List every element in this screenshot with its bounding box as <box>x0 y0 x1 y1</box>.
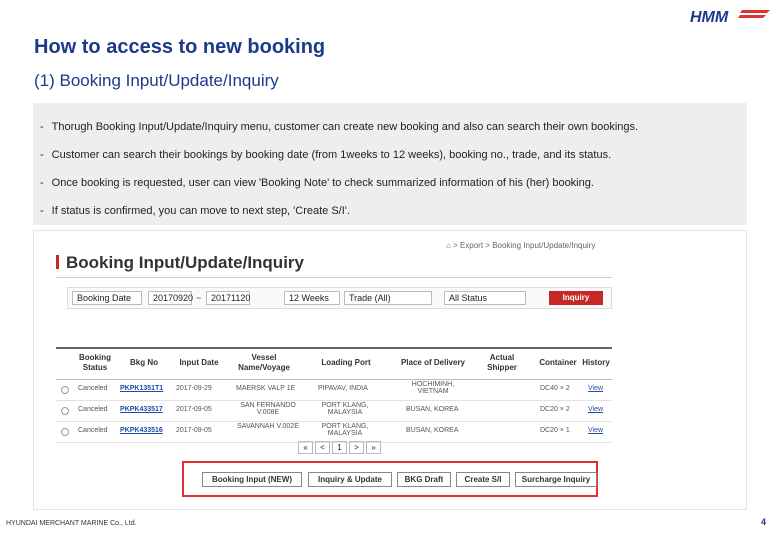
bullet-item: - Thorugh Booking Input/Update/Inquiry me… <box>40 121 639 133</box>
next-page-button[interactable]: > <box>349 441 364 454</box>
inquiry-update-button[interactable]: Inquiry & Update <box>308 472 392 487</box>
cell-bkg-no[interactable]: PKPK433516 <box>120 427 163 434</box>
col-booking-status: Booking Status <box>79 353 111 372</box>
col-vessel: Vessel Name/Voyage <box>238 353 290 372</box>
booking-ui-screenshot: ⌂ > Export > Booking Input/Update/Inquir… <box>33 230 747 510</box>
col-input-date: Input Date <box>179 358 219 367</box>
cell-delivery: BUSAN, KOREA <box>406 406 459 413</box>
cell-input-date: 2017-09-05 <box>176 427 212 434</box>
table-header: Booking Status Bkg No Input Date Vessel … <box>56 347 612 380</box>
page-number: 4 <box>760 517 766 527</box>
cell-loading-port: PORT KLANG, MALAYSIA <box>321 423 369 437</box>
col-actual-shipper: Actual Shipper <box>487 353 517 372</box>
cell-status: Canceled <box>78 385 108 392</box>
first-page-button[interactable]: « <box>298 441 313 454</box>
col-history: History <box>582 358 610 367</box>
cell-delivery: HOCHIMINH, VIETNAM <box>411 381 455 395</box>
row-radio[interactable] <box>61 428 69 436</box>
logo-text: HMM <box>690 9 729 26</box>
breadcrumb: ⌂ > Export > Booking Input/Update/Inquir… <box>446 241 596 250</box>
bkg-draft-button[interactable]: BKG Draft <box>397 472 451 487</box>
last-page-button[interactable]: » <box>366 441 381 454</box>
cell-container: DC20 × 2 <box>540 406 570 413</box>
company-footer: HYUNDAI MERCHANT MARINE Co., Ltd. <box>6 520 137 527</box>
cell-bkg-no[interactable]: PKPK433517 <box>120 406 163 413</box>
col-loading-port: Loading Port <box>321 358 371 367</box>
cell-status: Canceled <box>78 427 108 434</box>
table-row[interactable]: Canceled PKPK1351T1 2017-09-29 MAERSK VA… <box>56 380 612 401</box>
cell-status: Canceled <box>78 406 108 413</box>
inquiry-button[interactable]: Inquiry <box>549 291 603 305</box>
table-row[interactable]: Canceled PKPK433516 2017-09-05 SAVANNAH … <box>56 422 612 443</box>
cell-input-date: 2017-09-29 <box>176 385 212 392</box>
booking-input-new-button[interactable]: Booking Input (NEW) <box>202 472 302 487</box>
action-buttons-highlight: Booking Input (NEW) Inquiry & Update BKG… <box>182 461 598 497</box>
history-view-link[interactable]: View <box>588 406 603 413</box>
date-separator: ~ <box>196 293 202 303</box>
history-view-link[interactable]: View <box>588 427 603 434</box>
bullet-item: - Once booking is requested, user can vie… <box>40 177 594 189</box>
hmm-logo: HMM <box>690 6 772 26</box>
surcharge-inquiry-button[interactable]: Surcharge Inquiry <box>515 472 597 487</box>
create-si-button[interactable]: Create S/I <box>456 472 510 487</box>
col-place-of-delivery: Place of Delivery <box>400 358 466 367</box>
trade-select[interactable]: Trade (All) <box>344 291 432 305</box>
page-1-button[interactable]: 1 <box>332 441 347 454</box>
booking-table: Booking Status Bkg No Input Date Vessel … <box>56 347 612 443</box>
cell-vessel: MAERSK VALP 1E <box>236 385 296 392</box>
cell-input-date: 2017-09-05 <box>176 406 212 413</box>
page-subtitle: (1) Booking Input/Update/Inquiry <box>34 71 279 90</box>
cell-loading-port: PIPAVAV, INDIA <box>318 385 368 392</box>
search-bar: Booking Date 20170920 ~ 20171120 12 Week… <box>67 287 612 309</box>
bullet-item: - If status is confirmed, you can move to… <box>40 205 350 217</box>
title-accent-bar <box>56 255 59 269</box>
bullet-item: - Customer can search their bookings by b… <box>40 149 612 161</box>
date-type-select[interactable]: Booking Date <box>72 291 142 305</box>
col-bkg-no: Bkg No <box>130 358 158 367</box>
cell-container: DC40 × 2 <box>540 385 570 392</box>
pagination: «<1 >» <box>298 441 383 454</box>
row-radio[interactable] <box>61 386 69 394</box>
history-view-link[interactable]: View <box>588 385 603 392</box>
col-container: Container <box>539 358 577 367</box>
cell-loading-port: PORT KLANG, MALAYSIA <box>321 402 369 416</box>
cell-container: DC20 × 1 <box>540 427 570 434</box>
description-panel: - Thorugh Booking Input/Update/Inquiry me… <box>33 103 747 225</box>
date-to-input[interactable]: 20171120 <box>206 291 250 305</box>
status-select[interactable]: All Status <box>444 291 526 305</box>
cell-delivery: BUSAN, KOREA <box>406 427 459 434</box>
title-divider <box>56 277 612 278</box>
booking-page-title: Booking Input/Update/Inquiry <box>56 253 304 273</box>
cell-vessel: SAVANNAH V.002E <box>237 423 299 430</box>
cell-bkg-no[interactable]: PKPK1351T1 <box>120 385 163 392</box>
prev-page-button[interactable]: < <box>315 441 330 454</box>
table-row[interactable]: Canceled PKPK433517 2017-09-05 SAN FERNA… <box>56 401 612 422</box>
weeks-select[interactable]: 12 Weeks <box>284 291 340 305</box>
row-radio[interactable] <box>61 407 69 415</box>
date-from-input[interactable]: 20170920 <box>148 291 193 305</box>
page-title: How to access to new booking <box>34 36 326 58</box>
cell-vessel: SAN FERNANDO V.008E <box>240 402 296 416</box>
